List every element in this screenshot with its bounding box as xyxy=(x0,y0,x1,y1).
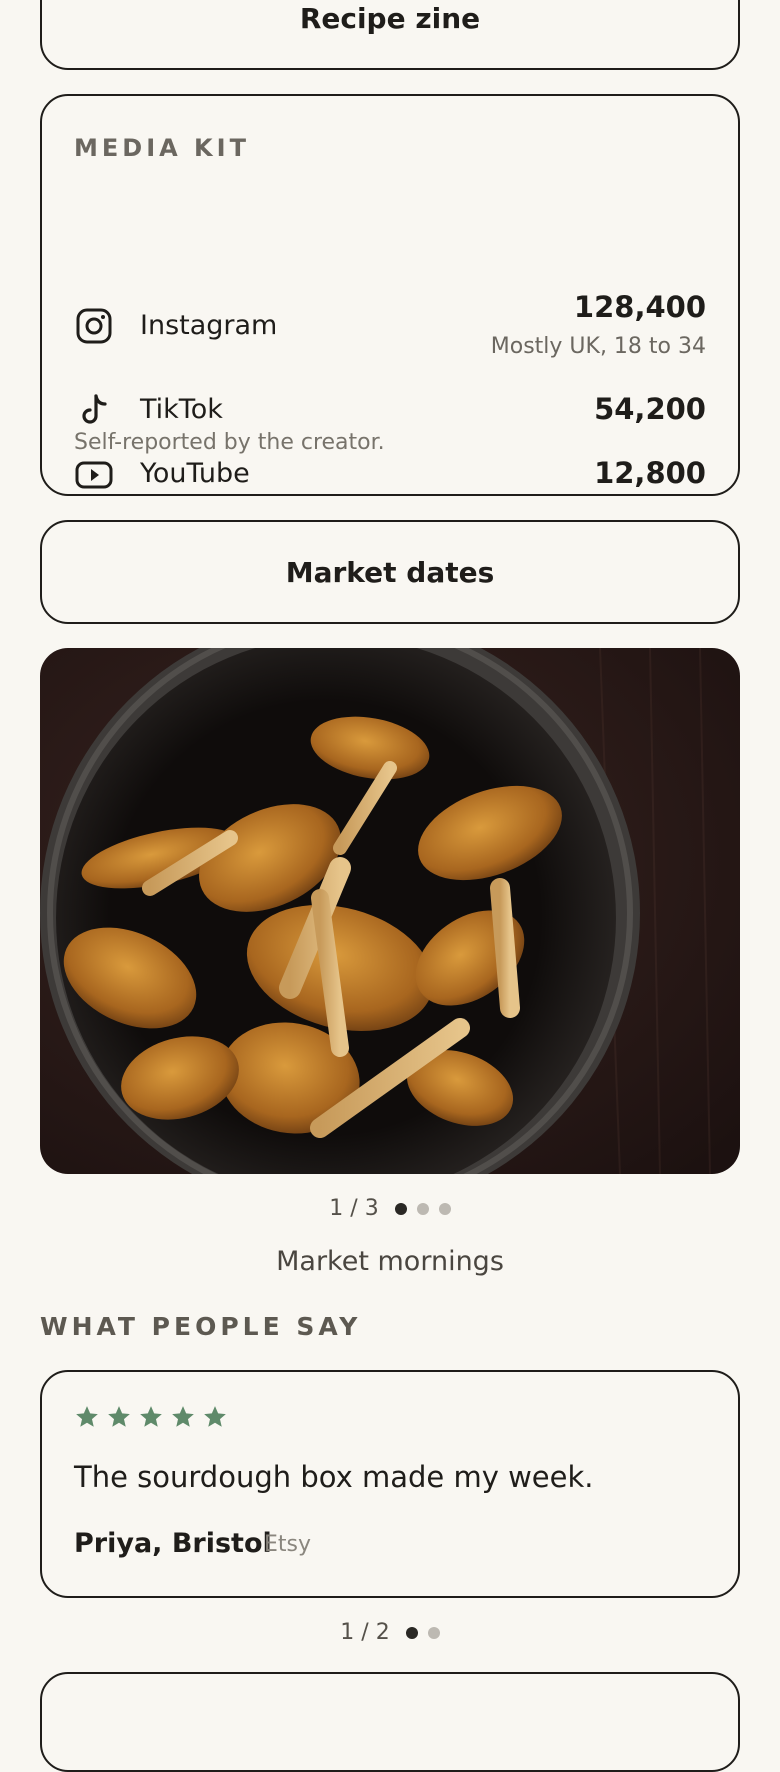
testimonial-dot-2[interactable] xyxy=(427,1626,440,1639)
testimonial-card: The sourdough box made my week. Priya, B… xyxy=(40,1370,740,1598)
platform-row-tiktok: TikTok 54,200 xyxy=(74,390,706,430)
platform-count: 128,400 xyxy=(573,290,706,324)
platform-name: YouTube xyxy=(140,458,250,489)
media-kit-footnote: Self-reported by the creator. xyxy=(74,430,385,455)
star-icon xyxy=(204,1406,226,1427)
testimonial-author: Priya, Bristol xyxy=(74,1528,272,1559)
gallery-dot-2[interactable] xyxy=(416,1202,429,1215)
gallery-image[interactable] xyxy=(40,648,740,1174)
platform-row-instagram: Instagram 128,400 Mostly UK, 18 to 34 xyxy=(74,290,706,359)
instagram-icon xyxy=(76,308,112,344)
platform-row-youtube: YouTube 12,800 xyxy=(74,454,706,494)
gallery-counter: 1 / 3 xyxy=(329,1196,379,1221)
recipe-zine-button[interactable]: Recipe zine xyxy=(40,0,740,70)
gallery-caption: Market mornings xyxy=(276,1246,504,1277)
platform-name: TikTok xyxy=(140,394,223,425)
gallery-pager: 1 / 3 xyxy=(0,1196,780,1221)
platform-count: 54,200 xyxy=(594,392,706,426)
testimonial-dot-1[interactable] xyxy=(405,1626,418,1639)
platform-count: 12,800 xyxy=(594,456,706,490)
next-card[interactable] xyxy=(40,1672,740,1772)
market-dates-label: Market dates xyxy=(285,555,495,589)
star-icon xyxy=(108,1406,130,1427)
star-icon xyxy=(76,1406,98,1427)
tiktok-icon xyxy=(82,394,107,424)
chanterelle-bowl-photo xyxy=(40,648,740,1174)
media-kit-label: MEDIA KIT xyxy=(74,134,250,162)
testimonial-pager: 1 / 2 xyxy=(0,1620,780,1645)
star-icon xyxy=(172,1406,194,1427)
recipe-zine-label: Recipe zine xyxy=(299,2,481,35)
gallery-dot-3[interactable] xyxy=(438,1202,451,1215)
media-kit-card: MEDIA KIT Instagram 128,400 Mostly UK, 1… xyxy=(40,94,740,496)
star-icon xyxy=(140,1406,162,1427)
testimonial-counter: 1 / 2 xyxy=(340,1620,390,1645)
testimonials-heading: WHAT PEOPLE SAY xyxy=(40,1312,362,1341)
gallery-dot-1[interactable] xyxy=(394,1202,407,1215)
platform-audience-note: Mostly UK, 18 to 34 xyxy=(490,334,706,359)
youtube-icon xyxy=(75,461,113,489)
testimonial-source: Etsy xyxy=(264,1532,312,1557)
market-dates-button[interactable]: Market dates xyxy=(40,520,740,624)
testimonial-quote: The sourdough box made my week. xyxy=(74,1460,594,1494)
star-rating xyxy=(74,1404,228,1430)
platform-name: Instagram xyxy=(140,310,278,341)
